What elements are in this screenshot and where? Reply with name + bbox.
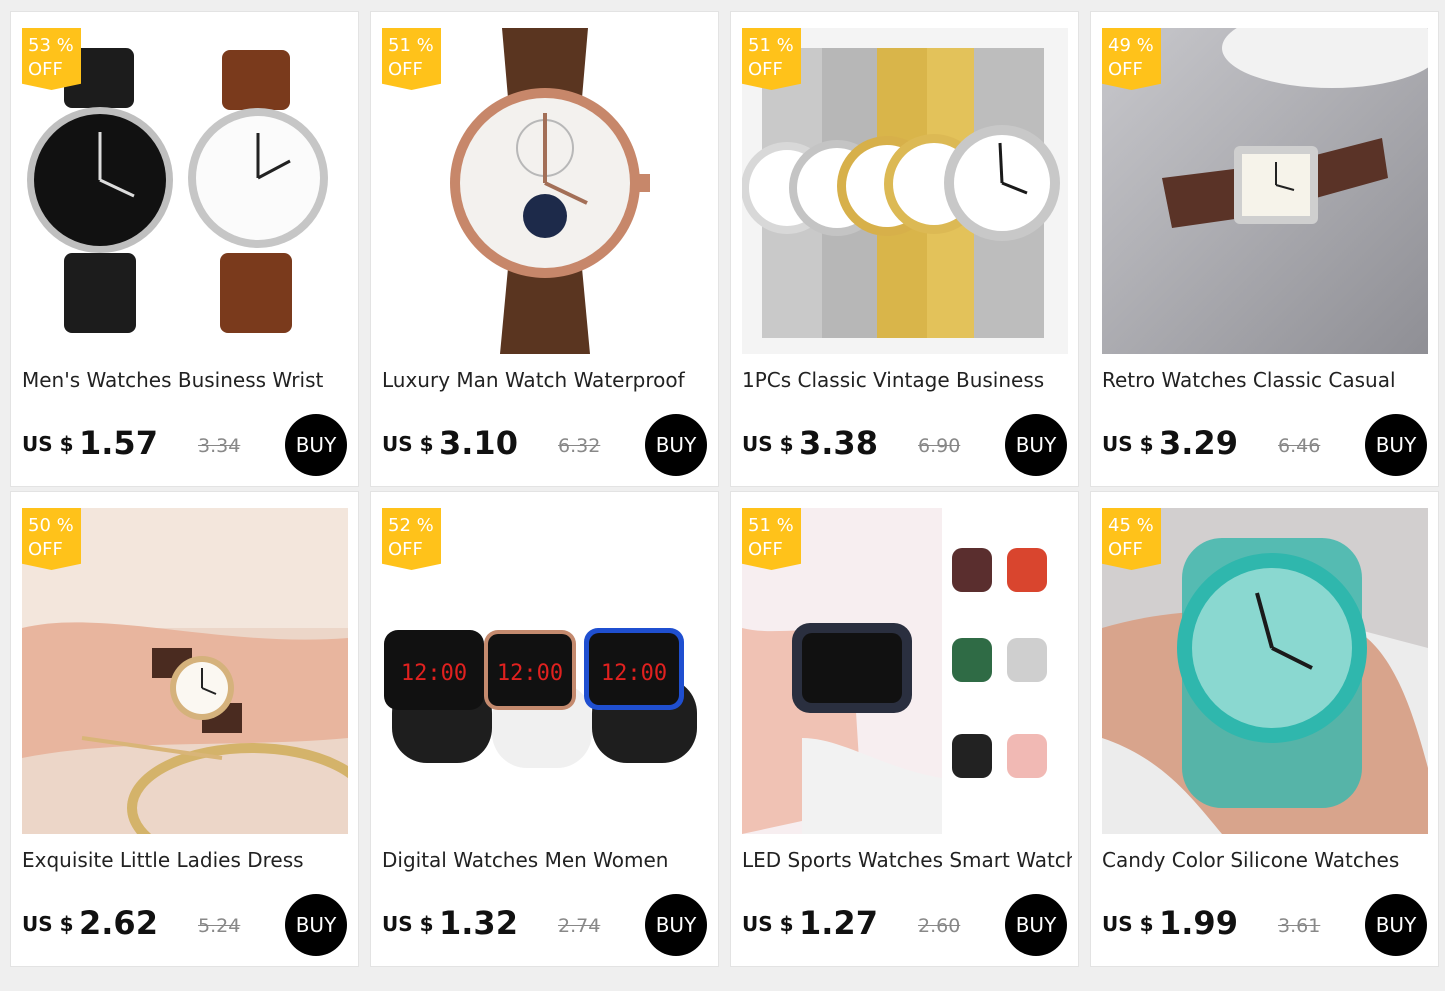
product-title[interactable]: LED Sports Watches Smart Watch: [742, 848, 1072, 872]
buy-button[interactable]: BUY: [1365, 414, 1427, 476]
discount-percent: 45 %: [1108, 515, 1154, 536]
discount-badge: 50 % OFF: [22, 508, 81, 570]
led-clock-digits: 12:00: [401, 661, 467, 686]
discount-percent: 49 %: [1108, 35, 1154, 56]
currency-label: US $: [382, 912, 434, 936]
led-clock-digits: 12:00: [601, 661, 667, 686]
product-card[interactable]: 50 % OFF Exquisite Little Ladies Dress U…: [10, 491, 359, 967]
product-card[interactable]: 12:00 12:00 12:00 52 % OFF Digital Watch…: [370, 491, 719, 967]
discount-percent: 52 %: [388, 515, 434, 536]
discount-badge: 51 % OFF: [742, 28, 801, 90]
buy-button[interactable]: BUY: [1005, 414, 1067, 476]
currency-label: US $: [742, 432, 794, 456]
sale-price: 1.32: [439, 904, 518, 942]
buy-button[interactable]: BUY: [1365, 894, 1427, 956]
product-card[interactable]: 45 % OFF Candy Color Silicone Watches US…: [1090, 491, 1439, 967]
discount-percent: 53 %: [28, 35, 74, 56]
discount-badge: 49 % OFF: [1102, 28, 1161, 90]
discount-off-label: OFF: [1108, 539, 1143, 560]
product-card[interactable]: 51 % OFF LED Sports Watches Smart Watch …: [730, 491, 1079, 967]
discount-off-label: OFF: [28, 539, 63, 560]
currency-label: US $: [742, 912, 794, 936]
product-title[interactable]: Digital Watches Men Women: [382, 848, 712, 872]
original-price: 3.34: [198, 435, 241, 457]
product-title[interactable]: Candy Color Silicone Watches: [1102, 848, 1432, 872]
original-price: 6.90: [918, 435, 961, 457]
product-title[interactable]: 1PCs Classic Vintage Business: [742, 368, 1072, 392]
discount-badge: 53 % OFF: [22, 28, 81, 90]
original-price: 6.32: [558, 435, 601, 457]
product-title[interactable]: Exquisite Little Ladies Dress: [22, 848, 352, 872]
original-price: 6.46: [1278, 435, 1321, 457]
discount-off-label: OFF: [388, 59, 423, 80]
buy-button[interactable]: BUY: [285, 414, 347, 476]
product-title[interactable]: Retro Watches Classic Casual: [1102, 368, 1432, 392]
discount-percent: 51 %: [388, 35, 434, 56]
sale-price: 3.29: [1159, 424, 1238, 462]
product-card[interactable]: 51 % OFF 1PCs Classic Vintage Business U…: [730, 11, 1079, 487]
discount-off-label: OFF: [748, 59, 783, 80]
buy-button[interactable]: BUY: [645, 894, 707, 956]
product-title[interactable]: Men's Watches Business Wrist: [22, 368, 352, 392]
sale-price: 2.62: [79, 904, 158, 942]
discount-percent: 51 %: [748, 35, 794, 56]
currency-label: US $: [382, 432, 434, 456]
currency-label: US $: [1102, 432, 1154, 456]
product-card[interactable]: 51 % OFF Luxury Man Watch Waterproof US …: [370, 11, 719, 487]
discount-percent: 50 %: [28, 515, 74, 536]
product-card[interactable]: 53 % OFF Men's Watches Business Wrist US…: [10, 11, 359, 487]
discount-badge: 52 % OFF: [382, 508, 441, 570]
sale-price: 1.57: [79, 424, 158, 462]
discount-off-label: OFF: [1108, 59, 1143, 80]
discount-percent: 51 %: [748, 515, 794, 536]
sale-price: 1.27: [799, 904, 878, 942]
discount-off-label: OFF: [28, 59, 63, 80]
discount-badge: 45 % OFF: [1102, 508, 1161, 570]
sale-price: 1.99: [1159, 904, 1238, 942]
discount-badge: 51 % OFF: [382, 28, 441, 90]
currency-label: US $: [22, 432, 74, 456]
product-grid: 53 % OFF Men's Watches Business Wrist US…: [10, 11, 1439, 967]
sale-price: 3.10: [439, 424, 518, 462]
currency-label: US $: [1102, 912, 1154, 936]
sale-price: 3.38: [799, 424, 878, 462]
discount-off-label: OFF: [388, 539, 423, 560]
product-card[interactable]: 49 % OFF Retro Watches Classic Casual US…: [1090, 11, 1439, 487]
discount-badge: 51 % OFF: [742, 508, 801, 570]
buy-button[interactable]: BUY: [645, 414, 707, 476]
discount-off-label: OFF: [748, 539, 783, 560]
original-price: 3.61: [1278, 915, 1321, 937]
buy-button[interactable]: BUY: [285, 894, 347, 956]
led-clock-digits: 12:00: [497, 661, 563, 686]
currency-label: US $: [22, 912, 74, 936]
product-title[interactable]: Luxury Man Watch Waterproof: [382, 368, 712, 392]
buy-button[interactable]: BUY: [1005, 894, 1067, 956]
original-price: 2.74: [558, 915, 601, 937]
original-price: 5.24: [198, 915, 241, 937]
original-price: 2.60: [918, 915, 961, 937]
